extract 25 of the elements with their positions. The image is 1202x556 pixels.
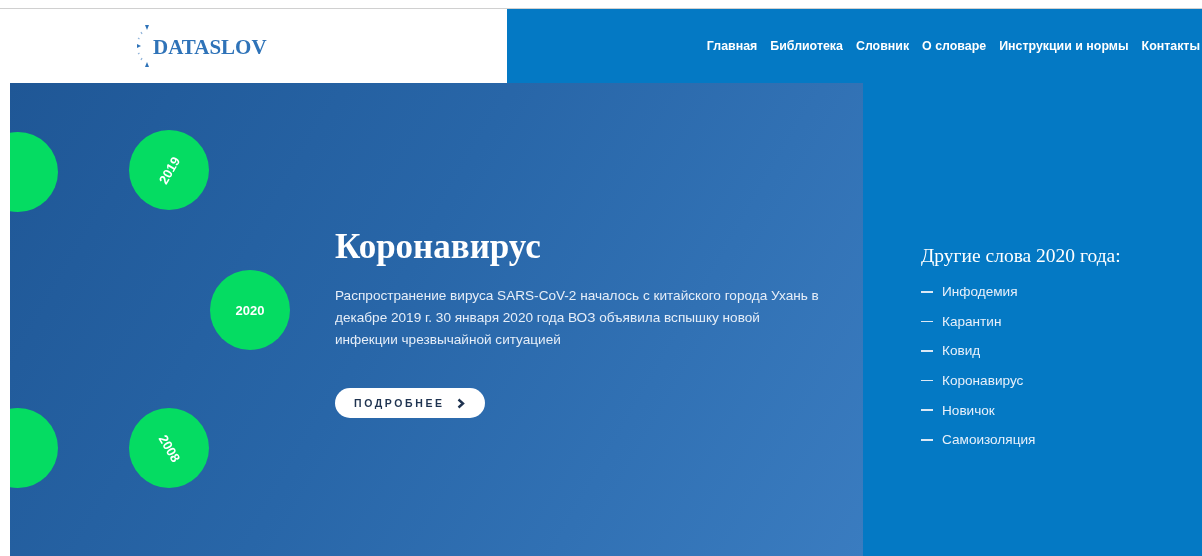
sidebar-heading: Другие слова 2020 года: <box>921 244 1122 268</box>
nav-link[interactable]: О словаре <box>922 39 987 53</box>
article-description: Распространение вируса SARS-CoV-2 началось с китайского города Ухань в декабре 2019 г. 30 января 2020 года ВОЗ объявила вспышку новой инфекции чрезвычайной ситуацией <box>335 287 820 349</box>
nav-link[interactable]: Словник <box>855 39 910 53</box>
nav-link[interactable]: Инструкции и нормы <box>999 39 1129 53</box>
nav-link[interactable]: Библиотека <box>770 39 843 53</box>
word-link[interactable]: Ковид <box>942 343 981 359</box>
word-link[interactable]: Инфодемия <box>942 284 1018 300</box>
logo[interactable]: DATASLOV <box>153 34 267 60</box>
word-link[interactable]: Новичок <box>942 402 995 418</box>
article-title: Коронавирус <box>335 226 542 268</box>
nav-link[interactable]: Контакты <box>1141 39 1200 53</box>
dash-icon <box>921 439 933 441</box>
more-button[interactable]: ПОДРОБНЕЕ <box>335 388 485 418</box>
dash-icon <box>921 350 933 352</box>
word-link[interactable]: Коронавирус <box>942 373 1024 389</box>
nav-link[interactable]: Главная <box>706 39 758 53</box>
chevron-icon <box>456 397 465 409</box>
logo-icon <box>136 24 150 68</box>
dash-icon <box>921 291 933 293</box>
word-link[interactable]: Карантин <box>942 313 1002 329</box>
dash-icon <box>921 409 933 411</box>
word-link[interactable]: Самоизоляция <box>942 432 1036 448</box>
dash-icon <box>921 320 933 323</box>
dash-icon <box>921 379 933 382</box>
